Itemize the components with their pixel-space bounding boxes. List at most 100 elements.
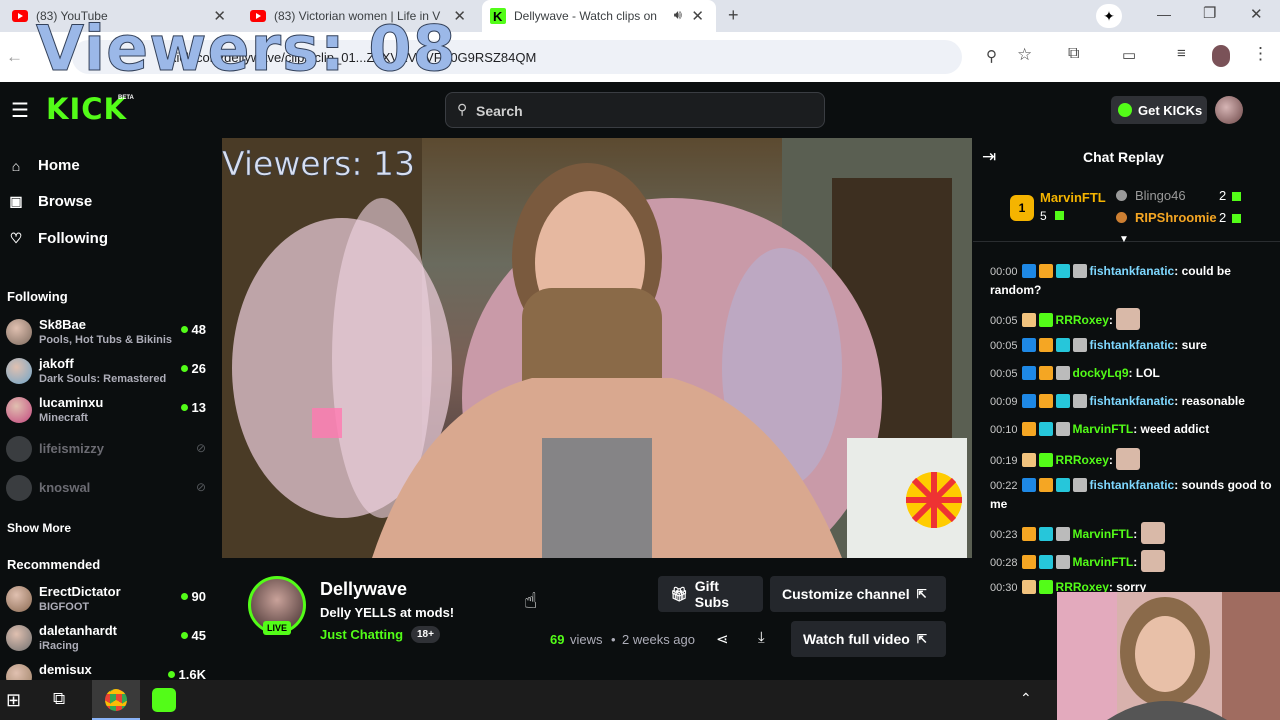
chat-message: 00:22 fishtankfanatic: sounds good to me [990, 476, 1275, 513]
minimize-icon[interactable]: — [1157, 6, 1171, 22]
show-more-button[interactable]: Show More [7, 521, 71, 535]
chat-username[interactable]: MarvinFTL [1073, 527, 1134, 541]
media-controls-icon[interactable]: ≡ [1177, 45, 1186, 62]
hamburger-icon[interactable]: ☰ [11, 98, 29, 123]
profile-avatar[interactable] [1212, 45, 1230, 67]
bookmark-star-icon[interactable]: ☆ [1017, 45, 1032, 65]
channel-info: LIVE Dellywave Delly YELLS at mods! Just… [222, 558, 972, 680]
channel-name: jakoff [39, 356, 74, 371]
badge-icon [1021, 453, 1036, 467]
sidebar-channel-lucaminxu[interactable]: lucaminxu Minecraft 13 [6, 393, 212, 427]
viewer-count: 45 [181, 628, 206, 643]
offline-icon: ⊘ [195, 480, 206, 494]
left-sidebar: ⌂ Home ▣ Browse ♡ Following Following Sk8Ba… [0, 138, 220, 690]
badge-icon [1038, 453, 1053, 467]
task-view-icon[interactable]: ⧉ [53, 689, 65, 709]
sidebar-channel-sk8bae[interactable]: Sk8Bae Pools, Hot Tubs & Bikinis 48 [6, 315, 212, 349]
collapse-chat-icon[interactable]: ⇥ [982, 147, 996, 167]
window-close-icon[interactable]: ✕ [1250, 5, 1263, 23]
badge-icon [1055, 478, 1070, 492]
speaker-icon[interactable]: 🔊︎ [674, 7, 682, 23]
zoom-icon[interactable]: ⚲ [986, 47, 997, 65]
channel-category: BIGFOOT [39, 601, 90, 613]
video-player[interactable]: Viewers: 13 [222, 138, 972, 558]
badge-icon [1038, 580, 1053, 594]
nav-browse[interactable]: ▣ Browse [8, 193, 92, 210]
badge-icon [1038, 527, 1053, 541]
restore-icon[interactable]: ❐ [1203, 4, 1216, 22]
chat-title: Chat Replay [1083, 149, 1164, 165]
gift-icon: 🎁︎ [670, 585, 688, 602]
badge-icon [1055, 264, 1070, 278]
search-input[interactable]: ⚲ Search [445, 92, 825, 128]
watch-full-video-button[interactable]: Watch full video ⇱ [791, 621, 946, 657]
tab-kick[interactable]: K Dellywave - Watch clips on 🔊︎ ✕ [482, 0, 716, 32]
extensions-icon[interactable]: ⧉ [1068, 45, 1079, 63]
menu-icon[interactable]: ⋮ [1252, 44, 1269, 64]
get-kicks-label: Get KICKs [1138, 102, 1203, 118]
chrome-taskbar-button[interactable] [92, 680, 140, 720]
browse-icon: ▣ [9, 193, 23, 209]
channel-avatar [6, 319, 32, 345]
emote-icon [1116, 448, 1141, 470]
chat-username[interactable]: fishtankfanatic [1090, 264, 1175, 278]
sidebar-channel-lifeismizzy[interactable]: lifeismizzy ⊘ [6, 432, 212, 466]
back-arrow-icon[interactable]: ← [6, 47, 23, 67]
sidebar-channel-jakoff[interactable]: jakoff Dark Souls: Remastered 26 [6, 354, 212, 388]
channel-category: Minecraft [39, 412, 88, 424]
windows-start-icon[interactable]: ⊞ [6, 690, 21, 711]
mouse-cursor-icon: ☝︎ [524, 588, 538, 613]
badge-icon [1055, 338, 1070, 352]
separator: : [1108, 453, 1117, 467]
sidebar-channel-erectdictator[interactable]: ErectDictator BIGFOOT 90 [6, 582, 212, 616]
close-icon[interactable]: ✕ [691, 7, 704, 25]
nav-home[interactable]: ⌂ Home [8, 157, 80, 174]
search-placeholder: Search [476, 103, 523, 119]
badge-icon [1021, 264, 1036, 278]
user-avatar[interactable] [1215, 96, 1243, 124]
nav-following[interactable]: ♡ Following [8, 230, 108, 247]
badge-icon [1038, 366, 1053, 380]
get-kicks-button[interactable]: Get KICKs [1111, 96, 1207, 124]
chat-username[interactable]: MarvinFTL [1073, 422, 1134, 436]
cast-icon[interactable]: ▭ [1122, 46, 1136, 64]
app-taskbar-icon[interactable] [152, 688, 176, 712]
sidebar-channel-daletanhardt[interactable]: daletanhardt iRacing 45 [6, 621, 212, 655]
tray-chevron-icon[interactable]: ⌃ [1020, 690, 1032, 707]
expand-leaderboard-icon[interactable]: ▼ [1119, 234, 1129, 245]
nav-label: Home [38, 157, 80, 174]
customize-channel-button[interactable]: Customize channel ⇱ [770, 576, 946, 612]
chat-username[interactable]: dockyLq9 [1073, 366, 1129, 380]
separator: : [1128, 366, 1136, 380]
chat-username[interactable]: fishtankfanatic [1090, 338, 1175, 352]
share-icon[interactable]: ⋖ [716, 630, 729, 648]
gemini-icon[interactable]: ✦ [1096, 4, 1122, 28]
chat-username[interactable]: MarvinFTL [1073, 555, 1134, 569]
viewer-count: 90 [181, 589, 206, 604]
badge-icon [1021, 394, 1036, 408]
heart-icon: ♡ [9, 230, 23, 246]
new-tab-button[interactable]: + [728, 5, 739, 26]
chat-username[interactable]: fishtankfanatic [1090, 478, 1175, 492]
kick-logo[interactable]: KICK [46, 92, 127, 126]
download-icon[interactable]: ⤓ [758, 629, 765, 646]
channel-name[interactable]: Dellywave [320, 579, 407, 600]
chat-username[interactable]: fishtankfanatic [1090, 394, 1175, 408]
chat-username[interactable]: RRRoxey [1056, 313, 1109, 327]
badge-icon [1038, 394, 1053, 408]
chat-username[interactable]: RRRoxey [1056, 453, 1109, 467]
message-timestamp: 00:05 [990, 368, 1018, 380]
gift-subs-label: Gift Subs [694, 578, 730, 610]
gift-subs-button[interactable]: 🎁︎ Gift Subs [658, 576, 763, 612]
search-icon: ⚲ [457, 101, 468, 117]
medal-icon [1116, 190, 1127, 201]
gift-icon [1232, 214, 1241, 223]
leader-name: MarvinFTL [1040, 190, 1106, 205]
sidebar-channel-knoswal[interactable]: knoswal ⊘ [6, 471, 212, 505]
viewers-overlay-text: Viewers: 08 [36, 12, 457, 86]
tab-title: Dellywave - Watch clips on [514, 9, 657, 23]
badge-icon [1055, 555, 1070, 569]
category-link[interactable]: Just Chatting [320, 627, 403, 642]
external-link-icon: ⇱ [916, 632, 927, 646]
youtube-icon [12, 8, 28, 24]
